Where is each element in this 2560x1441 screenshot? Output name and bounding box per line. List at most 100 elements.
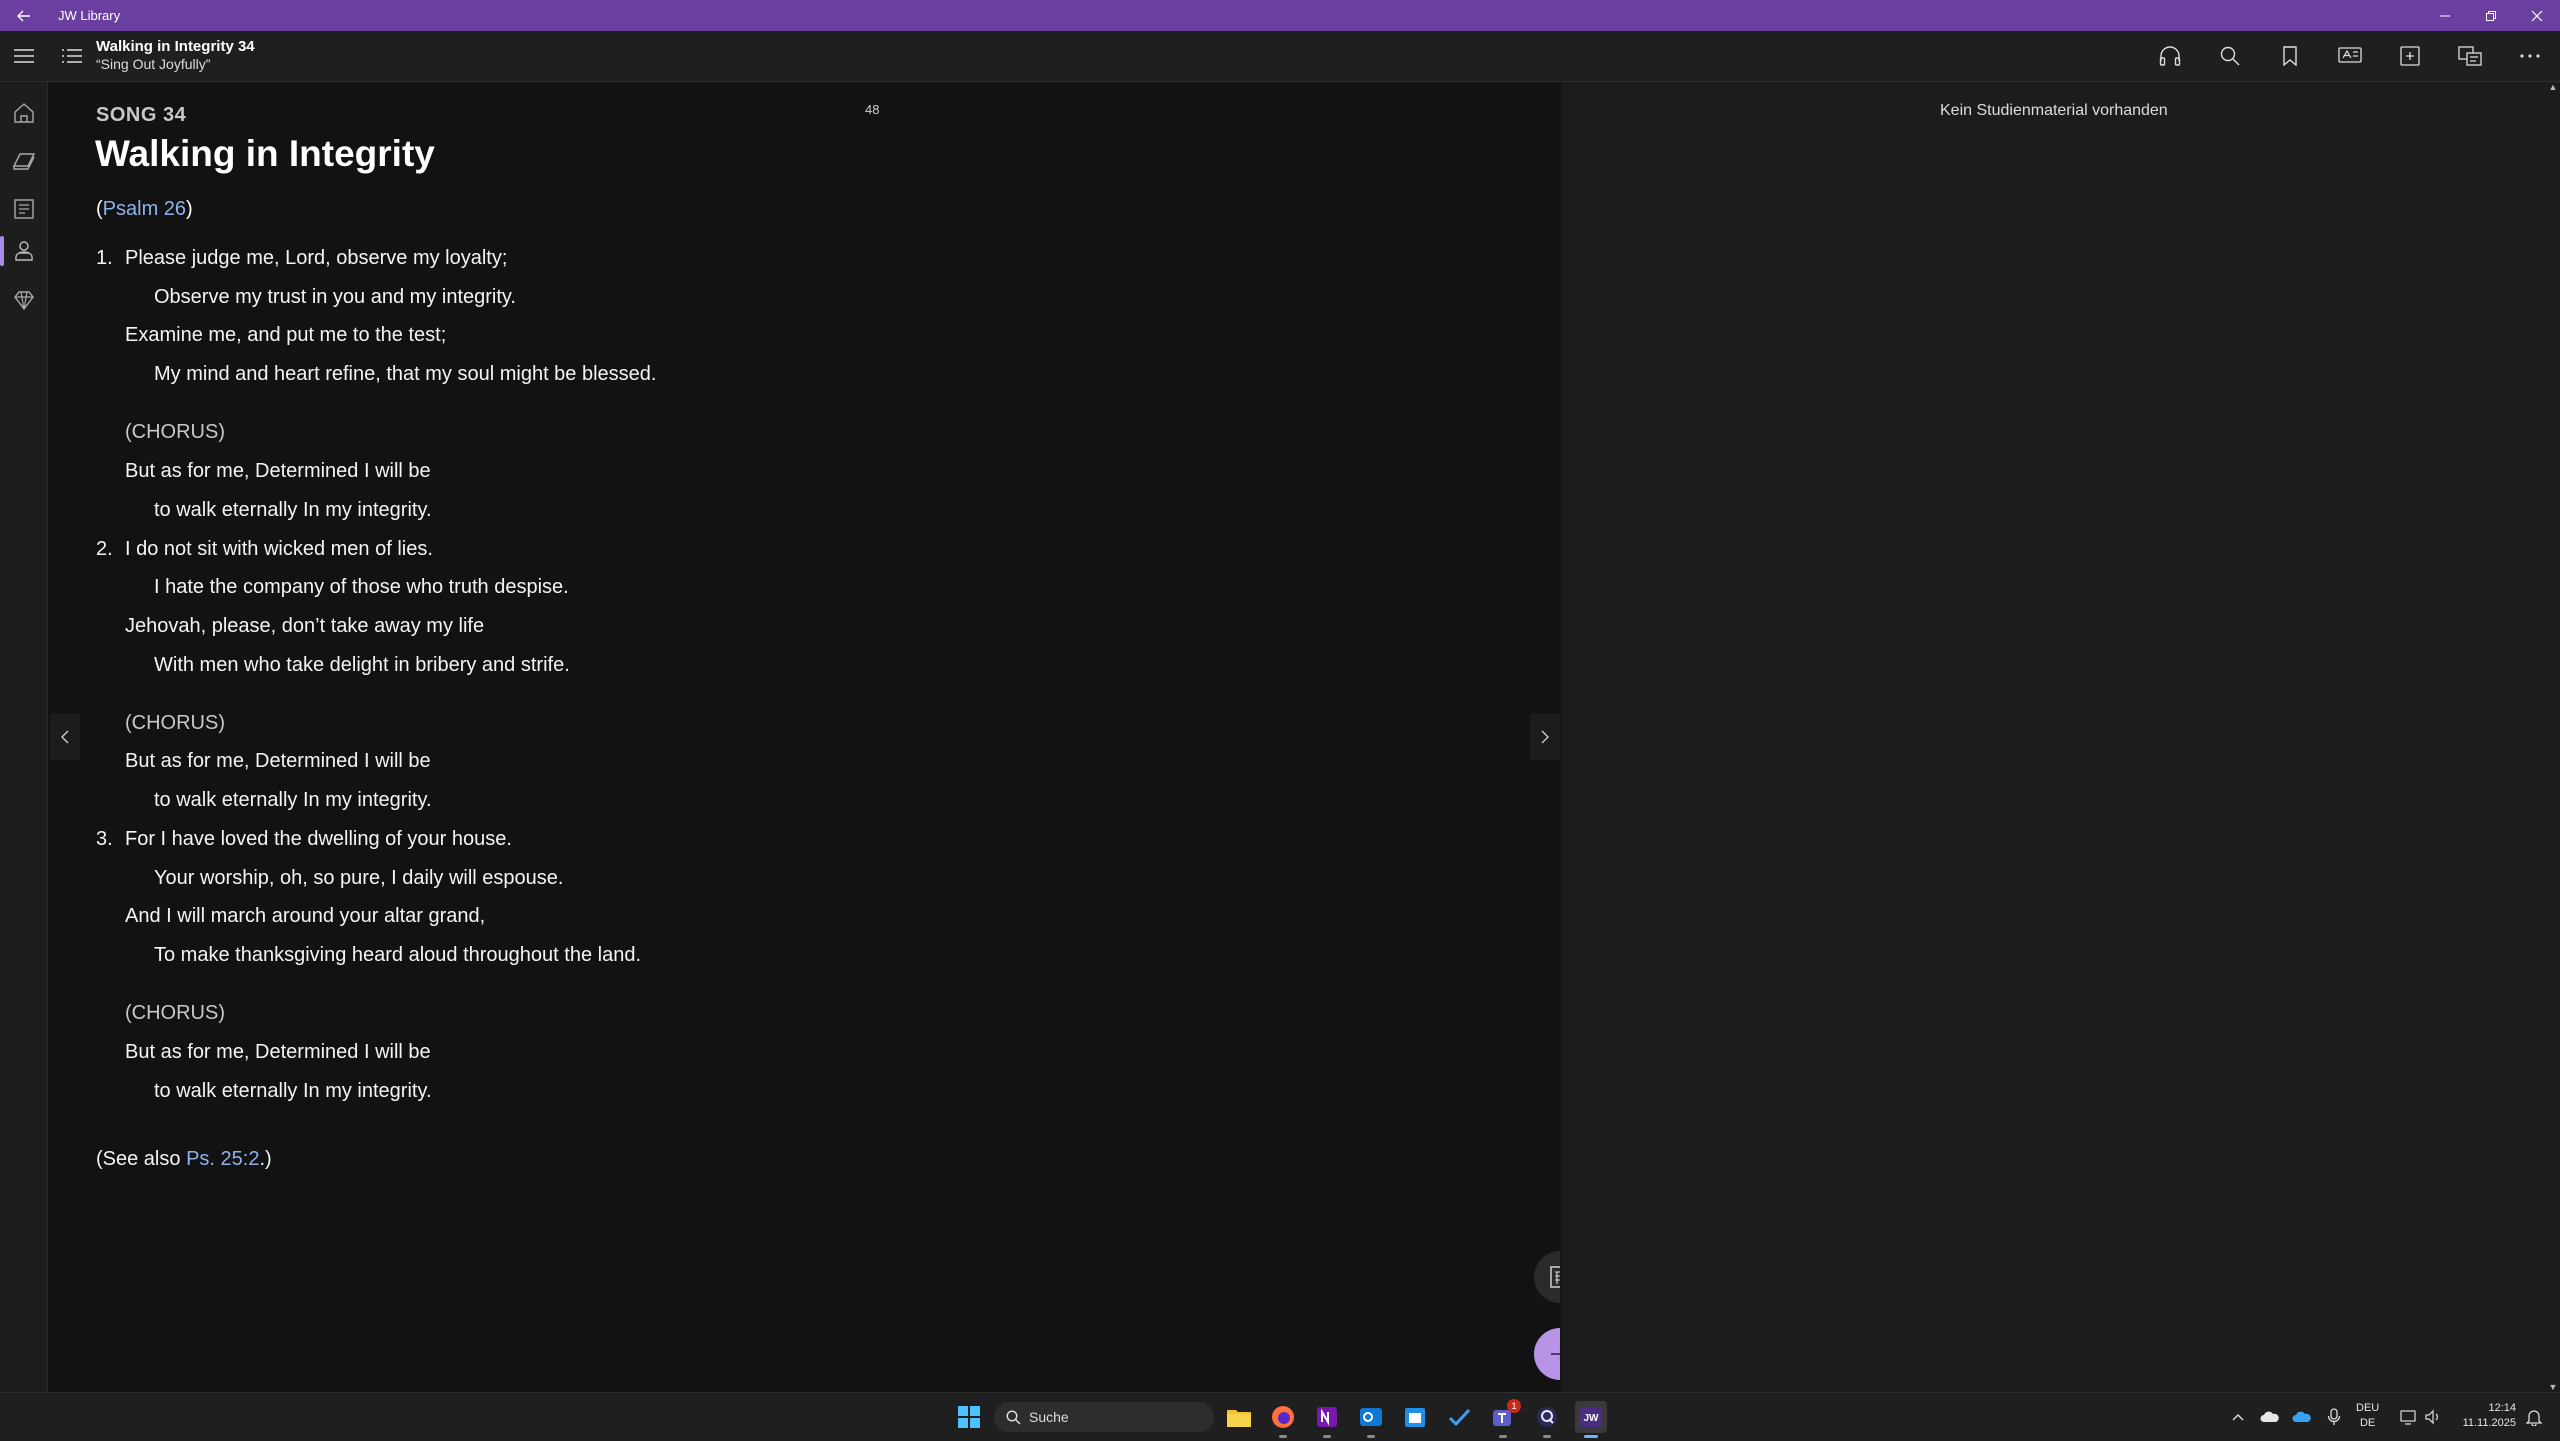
- scroll-up-icon[interactable]: ▲: [2546, 82, 2560, 92]
- next-page-button[interactable]: [1530, 714, 1560, 760]
- home-icon[interactable]: [0, 91, 47, 135]
- chorus-line: But as for me, Determined I will be: [125, 1041, 431, 1063]
- more-icon[interactable]: [2500, 31, 2560, 81]
- search-icon[interactable]: [2200, 31, 2260, 81]
- calendar-icon[interactable]: [1399, 1401, 1431, 1433]
- app-header: Walking in Integrity 34 “Sing Out Joyful…: [0, 31, 2560, 82]
- running-indicator: [1543, 1435, 1551, 1438]
- onenote-icon[interactable]: [1311, 1401, 1343, 1438]
- running-indicator: [1323, 1435, 1331, 1438]
- scripture-reference: (Psalm 26): [96, 198, 193, 221]
- see-also-note: (See also Ps. 25:2.): [96, 1148, 272, 1171]
- svg-text:JW: JW: [1584, 1413, 1600, 1424]
- file-explorer-icon[interactable]: [1223, 1401, 1255, 1433]
- chorus-line: to walk eternally In my integrity.: [154, 499, 432, 521]
- chevron-up-icon[interactable]: [2222, 1401, 2254, 1433]
- see-also-link[interactable]: Ps. 25:2: [186, 1148, 259, 1170]
- study-panel: Kein Studienmaterial vorhanden: [1562, 82, 2546, 1392]
- scroll-down-icon[interactable]: ▼: [2546, 1382, 2560, 1392]
- page-number: 48: [865, 102, 880, 117]
- firefox-icon[interactable]: [1267, 1401, 1299, 1438]
- translate-icon[interactable]: [2440, 31, 2500, 81]
- study-icon[interactable]: [2320, 31, 2380, 81]
- previous-page-button[interactable]: [50, 714, 80, 760]
- teams-icon[interactable]: 1: [1487, 1399, 1521, 1438]
- volume-icon[interactable]: [2417, 1401, 2449, 1433]
- back-arrow-icon[interactable]: [0, 0, 48, 31]
- language-code: DEU: [2356, 1402, 2380, 1414]
- song-label: SONG 34: [96, 104, 187, 126]
- running-indicator: [1279, 1435, 1287, 1438]
- navigation-rail: [0, 82, 48, 1392]
- personal-study-icon[interactable]: [0, 278, 47, 322]
- verse-line: I hate the company of those who truth de…: [154, 576, 569, 598]
- meetings-icon[interactable]: [0, 229, 47, 273]
- running-indicator: [1367, 1435, 1375, 1438]
- clock-time: 12:14: [2488, 1402, 2516, 1414]
- verse-line: For I have loved the dwelling of your ho…: [125, 828, 512, 850]
- keyboard-layout: DE: [2359, 1417, 2376, 1429]
- document-title: Walking in Integrity 34: [96, 38, 255, 55]
- restore-button[interactable]: [2468, 0, 2514, 31]
- add-note-icon[interactable]: [2380, 31, 2440, 81]
- bible-icon[interactable]: [0, 139, 47, 183]
- verse-line: Observe my trust in you and my integrity…: [154, 286, 516, 308]
- ref-open: (: [96, 198, 103, 220]
- see-also-prefix: (See also: [96, 1148, 187, 1170]
- chorus-line: to walk eternally In my integrity.: [154, 1080, 432, 1102]
- chorus-line: to walk eternally In my integrity.: [154, 789, 432, 811]
- close-button[interactable]: [2514, 0, 2560, 31]
- verse-line: With men who take delight in bribery and…: [154, 654, 570, 676]
- notification-badge: 1: [1507, 1399, 1521, 1413]
- publications-icon[interactable]: [0, 187, 47, 231]
- bookmark-icon[interactable]: [2260, 31, 2320, 81]
- chorus-line: But as for me, Determined I will be: [125, 460, 431, 482]
- ref-close: ): [186, 198, 193, 220]
- verse-line: I do not sit with wicked men of lies.: [125, 538, 433, 560]
- microphone-icon[interactable]: [2318, 1401, 2350, 1433]
- chorus-label: (CHORUS): [125, 1002, 225, 1024]
- system-clock[interactable]: 12:14 11.11.2025: [2456, 1401, 2516, 1431]
- minimize-button[interactable]: [2422, 0, 2468, 31]
- verse-number: 3.: [96, 828, 113, 850]
- verse-line: And I will march around your altar grand…: [125, 905, 486, 927]
- table-of-contents-icon[interactable]: [54, 38, 90, 74]
- reading-pane: [48, 82, 1560, 1392]
- todo-check-icon[interactable]: [1443, 1401, 1475, 1433]
- notification-bell-icon[interactable]: [2518, 1401, 2550, 1433]
- verse-line: Examine me, and put me to the test;: [125, 324, 447, 346]
- scrollbar[interactable]: ▲ ▼: [2546, 82, 2560, 1392]
- search-icon: [1006, 1409, 1021, 1425]
- quiz-app-icon[interactable]: [1531, 1401, 1563, 1438]
- no-study-material-message: Kein Studienmaterial vorhanden: [1940, 102, 2168, 119]
- chorus-label: (CHORUS): [125, 712, 225, 734]
- verse-line: Your worship, oh, so pure, I daily will …: [154, 867, 564, 889]
- hamburger-menu-icon[interactable]: [4, 38, 44, 74]
- active-indicator: [1584, 1435, 1598, 1438]
- verse-line: Please judge me, Lord, observe my loyalt…: [125, 247, 508, 269]
- cloud-sync-icon[interactable]: [2286, 1401, 2318, 1433]
- windows-start-icon[interactable]: [953, 1401, 985, 1433]
- jw-library-icon[interactable]: JW: [1575, 1401, 1607, 1438]
- verse-number: 2.: [96, 538, 113, 560]
- verse-line: To make thanksgiving heard aloud through…: [154, 944, 642, 966]
- document-subtitle: “Sing Out Joyfully”: [96, 56, 211, 72]
- psalm-link[interactable]: Psalm 26: [103, 198, 186, 220]
- verse-line: My mind and heart refine, that my soul m…: [154, 363, 657, 385]
- windows-taskbar: Suche 1 JW DEU DE 12:14 11.11.2025: [0, 1392, 2560, 1441]
- chorus-label: (CHORUS): [125, 421, 225, 443]
- outlook-icon[interactable]: [1355, 1401, 1387, 1438]
- title-bar: JW Library: [0, 0, 2560, 31]
- clock-date: 11.11.2025: [2462, 1417, 2516, 1429]
- verse-line: Jehovah, please, don’t take away my life: [125, 615, 485, 637]
- window-title: JW Library: [58, 8, 121, 23]
- verse-number: 1.: [96, 247, 113, 269]
- chorus-line: But as for me, Determined I will be: [125, 750, 431, 772]
- running-indicator: [1499, 1435, 1507, 1438]
- see-also-suffix: .): [259, 1148, 272, 1170]
- input-language[interactable]: DEU DE: [2356, 1401, 2379, 1431]
- song-title: Walking in Integrity: [95, 133, 435, 174]
- headphones-icon[interactable]: [2140, 31, 2200, 81]
- onedrive-icon[interactable]: [2254, 1401, 2286, 1433]
- taskbar-search[interactable]: Suche: [994, 1402, 1214, 1432]
